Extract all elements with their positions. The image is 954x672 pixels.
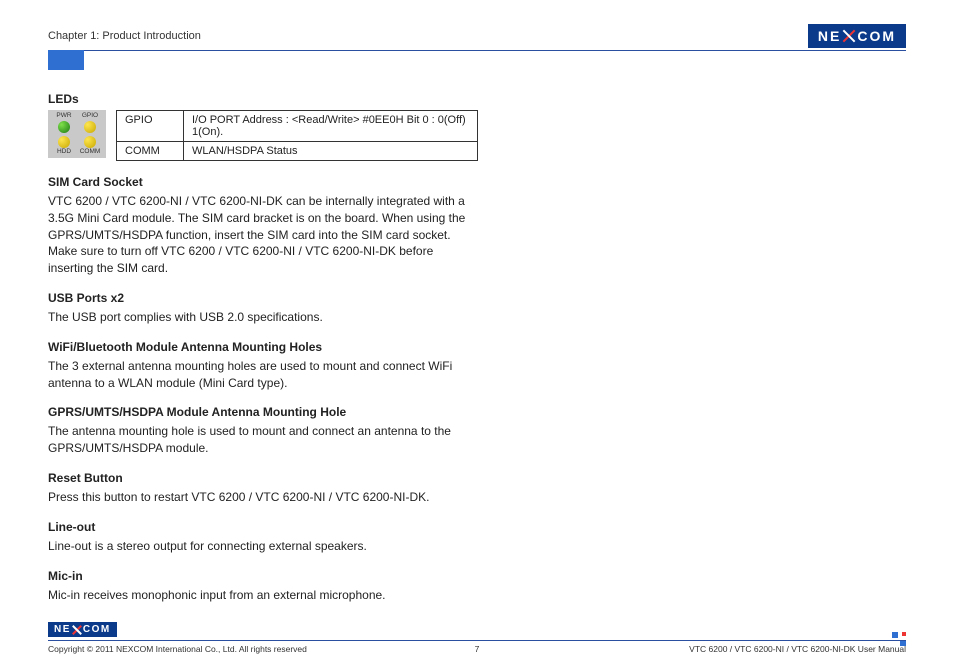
led-indicator-gpio: [84, 121, 96, 133]
footer-page-number: 7: [475, 644, 480, 654]
led-desc-cell: I/O PORT Address : <Read/Write> #0EE0H B…: [184, 111, 478, 142]
led-name-cell: COMM: [117, 142, 184, 161]
section-body-usb: The USB port complies with USB 2.0 speci…: [48, 309, 478, 326]
led-name-cell: GPIO: [117, 111, 184, 142]
page-footer: NE COM Copyright © 2011 NEXCOM Internati…: [48, 622, 906, 654]
led-label-gpio: GPIO: [82, 113, 98, 120]
brand-logo: NE COM: [808, 24, 906, 48]
led-indicator-hdd: [58, 136, 70, 148]
chapter-title: Chapter 1: Product Introduction: [48, 30, 201, 42]
page-header: Chapter 1: Product Introduction NE COM: [48, 24, 906, 51]
brand-x-icon: [842, 29, 856, 43]
footer-ornament-icon: [892, 632, 906, 646]
led-label-hdd: HDD: [57, 149, 71, 156]
section-heading-micin: Mic-in: [48, 569, 478, 583]
section-heading-usb: USB Ports x2: [48, 291, 478, 305]
section-heading-lineout: Line-out: [48, 520, 478, 534]
section-body-reset: Press this button to restart VTC 6200 / …: [48, 489, 478, 506]
brand-text-right: COM: [83, 624, 111, 635]
brand-x-icon: [72, 625, 82, 635]
section-heading-leds: LEDs: [48, 92, 478, 106]
led-definitions-table: GPIO I/O PORT Address : <Read/Write> #0E…: [116, 110, 478, 161]
section-body-micin: Mic-in receives monophonic input from an…: [48, 587, 478, 604]
led-indicator-pwr: [58, 121, 70, 133]
brand-text-right: COM: [857, 28, 896, 44]
section-body-gprs: The antenna mounting hole is used to mou…: [48, 423, 478, 457]
section-heading-reset: Reset Button: [48, 471, 478, 485]
led-indicator-comm: [84, 136, 96, 148]
header-tab-accent: [48, 50, 84, 70]
section-heading-sim: SIM Card Socket: [48, 175, 478, 189]
section-body-wifi: The 3 external antenna mounting holes ar…: [48, 358, 478, 392]
section-heading-wifi: WiFi/Bluetooth Module Antenna Mounting H…: [48, 340, 478, 354]
table-row: GPIO I/O PORT Address : <Read/Write> #0E…: [117, 111, 478, 142]
main-content: LEDs PWR GPIO HDD COMM GPIO I/O PORT Add…: [48, 92, 478, 603]
led-label-pwr: PWR: [56, 113, 71, 120]
table-row: COMM WLAN/HSDPA Status: [117, 142, 478, 161]
led-desc-cell: WLAN/HSDPA Status: [184, 142, 478, 161]
brand-text-left: NE: [818, 28, 841, 44]
led-label-comm: COMM: [80, 149, 101, 156]
brand-text-left: NE: [54, 624, 71, 635]
section-body-lineout: Line-out is a stereo output for connecti…: [48, 538, 478, 555]
led-panel-diagram: PWR GPIO HDD COMM: [48, 110, 106, 158]
footer-doc-title: VTC 6200 / VTC 6200-NI / VTC 6200-NI-DK …: [689, 644, 906, 654]
section-body-sim: VTC 6200 / VTC 6200-NI / VTC 6200-NI-DK …: [48, 193, 478, 277]
footer-copyright: Copyright © 2011 NEXCOM International Co…: [48, 644, 307, 654]
footer-brand-logo: NE COM: [48, 622, 117, 637]
section-heading-gprs: GPRS/UMTS/HSDPA Module Antenna Mounting …: [48, 405, 478, 419]
